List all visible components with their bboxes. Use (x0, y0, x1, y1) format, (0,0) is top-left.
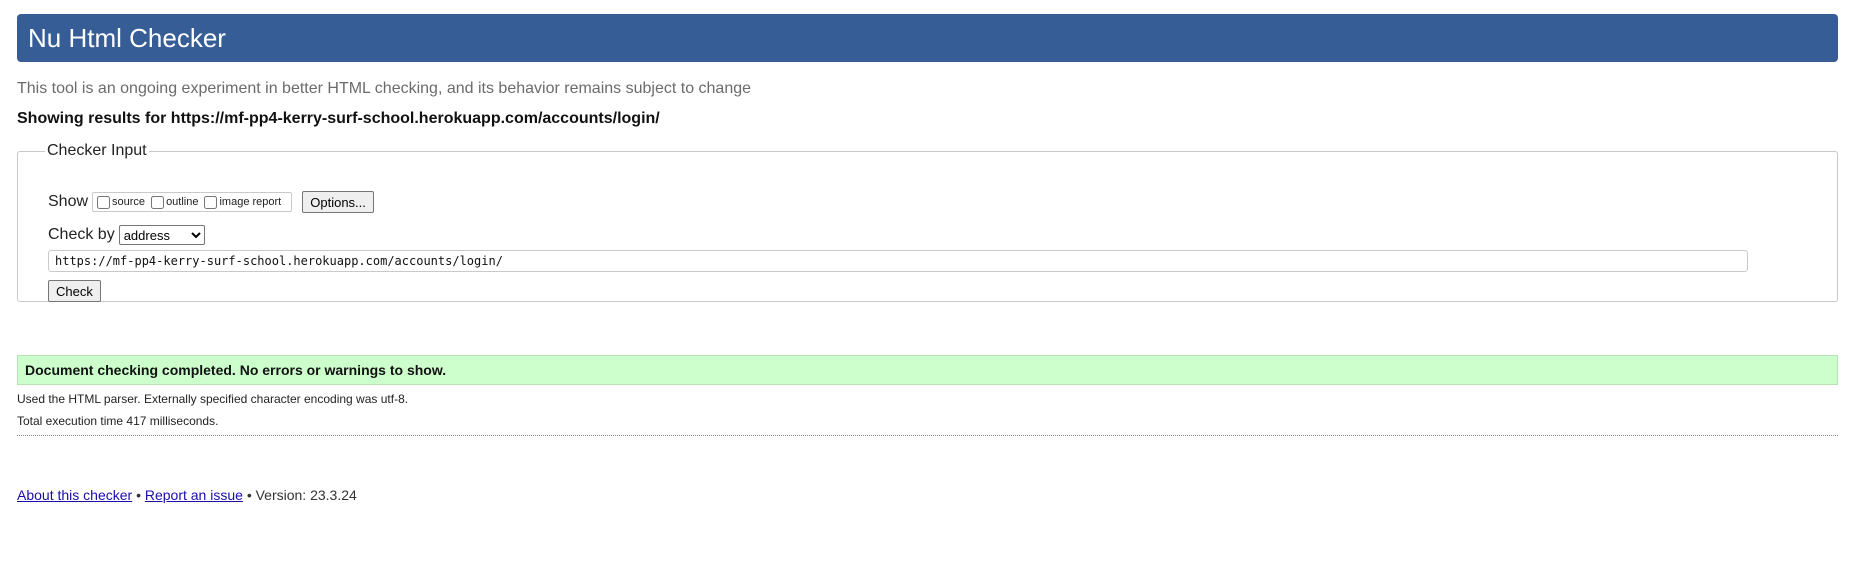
show-outline-label: outline (166, 196, 199, 208)
show-source-option[interactable]: source (97, 195, 146, 209)
check-by-select[interactable]: address (118, 225, 205, 245)
about-checker-link[interactable]: About this checker (17, 487, 132, 503)
check-button[interactable]: Check (48, 280, 101, 302)
show-image-report-checkbox[interactable] (204, 195, 218, 209)
show-image-report-label: image report (219, 196, 282, 208)
results-heading: Showing results for https://mf-pp4-kerry… (17, 110, 660, 127)
success-message: Document checking completed. No errors o… (17, 355, 1838, 385)
check-by-row: Check by address (48, 224, 205, 246)
execution-time-note: Total execution time 417 milliseconds. (17, 414, 219, 428)
footer: About this checker • Report an issue • V… (17, 487, 357, 503)
show-label: Show (48, 193, 89, 210)
page-header: Nu Html Checker (17, 14, 1838, 62)
show-options-group: source outline image report (92, 192, 293, 212)
version-text: Version: 23.3.24 (255, 487, 357, 503)
checker-input-fieldset: Checker Input Show source outline image … (17, 142, 1838, 302)
checker-input-legend: Checker Input (47, 142, 147, 159)
show-image-report-option[interactable]: image report (204, 195, 282, 209)
show-source-label: source (112, 196, 146, 208)
parser-note: Used the HTML parser. Externally specifi… (17, 392, 409, 406)
check-by-label: Check by (48, 226, 115, 243)
page-title: Nu Html Checker (28, 23, 226, 53)
url-input[interactable] (48, 250, 1748, 272)
options-button[interactable]: Options... (302, 191, 374, 213)
show-options-row: Show source outline image report Options… (48, 190, 374, 214)
footer-separator-2: • (246, 487, 252, 503)
report-issue-link[interactable]: Report an issue (145, 487, 243, 503)
show-outline-option[interactable]: outline (151, 195, 199, 209)
show-outline-checkbox[interactable] (151, 195, 165, 209)
show-source-checkbox[interactable] (97, 195, 111, 209)
tagline: This tool is an ongoing experiment in be… (17, 80, 752, 97)
divider (17, 435, 1838, 436)
footer-separator-1: • (136, 487, 141, 503)
